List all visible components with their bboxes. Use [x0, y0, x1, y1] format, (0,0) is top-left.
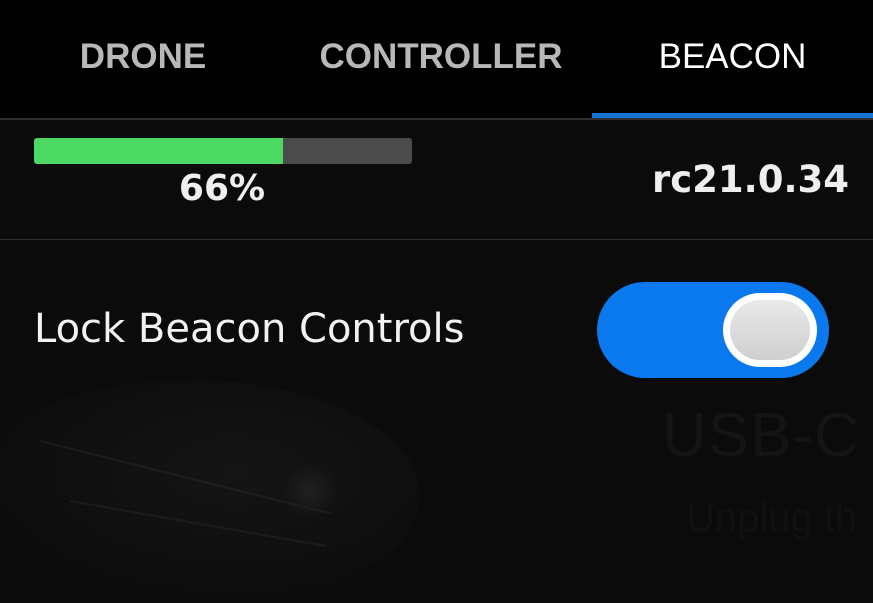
background-usb-title: USB-C — [662, 401, 860, 470]
background-device-image — [0, 380, 420, 603]
device-tab-bar: DRONE CONTROLLER BEACON — [0, 0, 873, 120]
lock-beacon-controls-label: Lock Beacon Controls — [34, 306, 465, 352]
firmware-progress-fill — [34, 138, 284, 164]
lock-beacon-controls-toggle[interactable] — [597, 282, 829, 378]
background-usb-subtitle: Unplug th — [686, 496, 858, 540]
tab-drone[interactable]: DRONE — [0, 0, 286, 114]
tab-beacon[interactable]: BEACON — [592, 0, 873, 114]
beacon-settings-screen: USB-C Unplug th DRONE CONTROLLER BEACON … — [0, 0, 873, 603]
firmware-version: rc21.0.34 — [651, 158, 849, 201]
section-divider — [0, 239, 873, 240]
tab-controller[interactable]: CONTROLLER — [293, 0, 589, 114]
toggle-knob-inner — [730, 300, 810, 360]
firmware-progress-percent: 66% — [178, 168, 266, 209]
firmware-progress-bar — [34, 138, 412, 164]
toggle-knob — [723, 293, 817, 367]
active-tab-indicator — [592, 113, 873, 118]
